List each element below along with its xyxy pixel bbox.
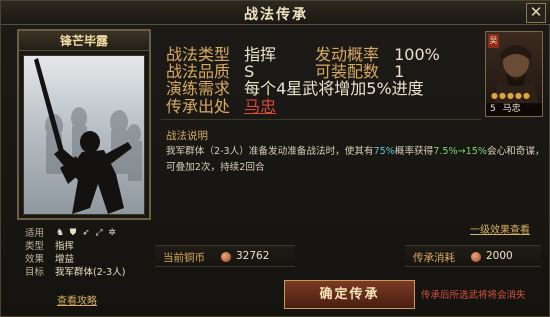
current-copper-value: 32762 — [236, 250, 270, 262]
warrior-silhouette-icon — [34, 58, 142, 214]
view-guide-link[interactable]: 查看攻略 — [57, 292, 97, 307]
star-icon: ● — [506, 91, 514, 100]
attr-row-target: 目标 我军群体(2-3人) — [25, 266, 125, 279]
general-name: 马忠 — [502, 104, 521, 114]
value-range-highlight: 7.5%→15% — [433, 146, 487, 157]
siege-icon: ✲ — [108, 228, 116, 238]
attr-key: 适用 — [25, 228, 45, 239]
attr-value: 增益 — [55, 254, 75, 265]
confirm-inherit-button[interactable]: 确定传承 — [284, 280, 415, 309]
star-icon: ● — [491, 91, 498, 100]
star-rating: ● ● ● ● ● — [491, 91, 530, 100]
current-copper-box: 当前铜币 32762 — [155, 245, 295, 267]
attr-key: 目标 — [25, 267, 45, 278]
copper-coin-icon — [221, 252, 231, 262]
title-bar: 战法传承 ✕ — [1, 1, 550, 25]
attr-value: 指挥 — [55, 241, 75, 252]
general-level: 5 — [490, 104, 496, 114]
general-name-bar: 5 马忠 — [486, 103, 542, 116]
inherit-cost-box: 传承消耗 2000 — [405, 245, 541, 267]
dialog-window: 战法传承 ✕ 锋芒毕露 适用 ♞ ⛊ ➶ ⤢ ✲ 类型 指挥 效果 增益 目标 … — [0, 0, 550, 317]
attr-row-type: 类型 指挥 — [25, 240, 125, 253]
spear-icon: ⤢ — [95, 228, 103, 238]
shield-icon: ⛊ — [69, 228, 77, 238]
star-icon: ● — [514, 91, 522, 100]
source-general-link[interactable]: 马忠 — [244, 97, 276, 116]
tactic-name: 锋芒毕露 — [19, 31, 149, 51]
faction-badge: 吴 — [488, 34, 499, 48]
star-icon: ● — [522, 91, 530, 100]
copper-coin-icon — [471, 252, 481, 262]
general-portrait[interactable]: 吴 ● ● ● ● ● 5 马忠 — [485, 31, 543, 117]
description-title: 战法说明 — [166, 130, 208, 142]
tactic-illustration — [23, 55, 145, 215]
divider — [161, 119, 481, 120]
inherit-warning: 传承后所选武将将会消失 — [421, 290, 526, 301]
description-part: 概率获得 — [394, 146, 434, 157]
star-icon: ● — [498, 91, 506, 100]
attr-row-effect: 效果 增益 — [25, 253, 125, 266]
bow-icon: ➶ — [82, 228, 90, 238]
probability-highlight: 75% — [373, 146, 395, 157]
inherit-cost-label: 传承消耗 — [413, 252, 455, 264]
tactic-card: 锋芒毕露 — [17, 29, 151, 220]
attr-key: 类型 — [25, 241, 45, 252]
info-source: 传承出处 马忠 — [166, 93, 276, 117]
description-text: 我军群体（2-3人）准备发动准备战法时，使其有75%概率获得7.5%→15%会心… — [166, 144, 546, 176]
description-part: 我军群体（2-3人）准备发动准备战法时，使其有 — [166, 146, 374, 157]
attr-value: 我军群体(2-3人) — [55, 267, 126, 278]
troop-type-icons: ♞ ⛊ ➶ ⤢ ✲ — [55, 227, 117, 240]
close-button[interactable]: ✕ — [526, 3, 546, 23]
dialog-title: 战法传承 — [244, 7, 308, 23]
tactic-attributes: 适用 ♞ ⛊ ➶ ⤢ ✲ 类型 指挥 效果 增益 目标 我军群体(2-3人) — [25, 227, 125, 279]
inherit-cost-value: 2000 — [486, 250, 513, 262]
current-copper-label: 当前铜币 — [163, 252, 205, 264]
level-effect-link[interactable]: 一级效果查看 — [470, 221, 530, 236]
source-label: 传承出处 — [166, 97, 231, 116]
horse-icon: ♞ — [55, 228, 65, 238]
attr-key: 效果 — [25, 254, 45, 265]
attr-row-applicable: 适用 ♞ ⛊ ➶ ⤢ ✲ — [25, 227, 125, 240]
